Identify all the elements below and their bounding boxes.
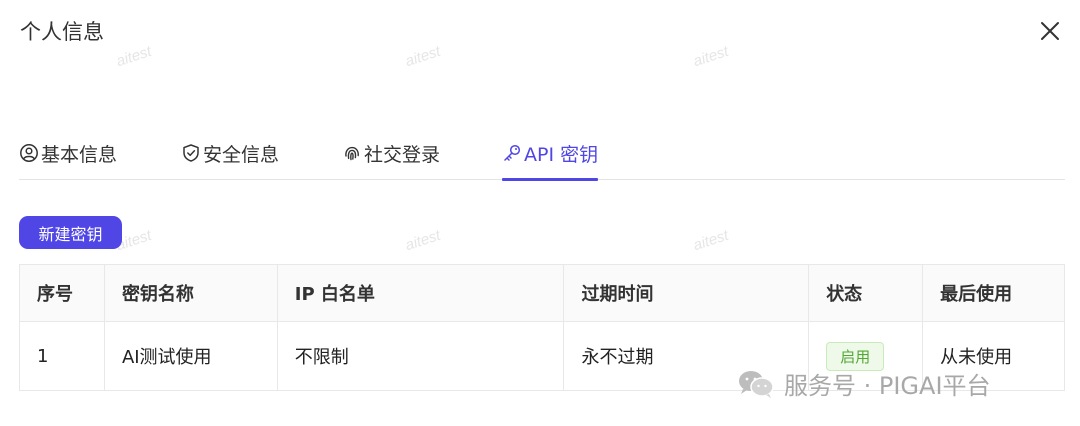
tab-api-keys[interactable]: API 密钥 [502, 126, 599, 181]
watermark: aitest [691, 226, 731, 255]
column-header-last-used: 最后使用 [922, 264, 1065, 322]
watermark: aitest [403, 226, 443, 255]
cell-key-name: AI测试使用 [103, 321, 278, 391]
dialog-title: 个人信息 [20, 20, 104, 44]
watermark: aitest [114, 42, 154, 71]
column-header-expires: 过期时间 [563, 264, 810, 322]
tab-label: 基本信息 [41, 143, 118, 166]
close-button[interactable] [1036, 17, 1064, 45]
new-key-button[interactable]: 新建密钥 [19, 216, 122, 249]
wechat-icon [739, 370, 774, 398]
tab-label: 安全信息 [203, 143, 280, 166]
column-header-status: 状态 [808, 264, 924, 322]
user-circle-icon [20, 144, 38, 162]
cell-ip-whitelist: 不限制 [276, 321, 565, 391]
watermark: aitest [403, 42, 443, 71]
tab-social-login[interactable]: 社交登录 [342, 126, 440, 180]
footer-brand-text: 服务号 · PIGAI平台 [784, 372, 991, 400]
footer-brand: 服务号 · PIGAI平台 [736, 366, 991, 401]
fingerprint-icon [345, 146, 359, 161]
shield-icon [183, 144, 199, 162]
tab-security-info[interactable]: 安全信息 [181, 126, 279, 180]
column-header-key-name: 密钥名称 [103, 264, 278, 322]
close-icon[interactable] [1036, 17, 1064, 45]
key-icon [504, 144, 521, 161]
tab-basic-info[interactable]: 基本信息 [19, 126, 117, 180]
watermark: aitest [691, 42, 731, 71]
tab-bar: 基本信息 安全信息 社交登录 API 密钥 [19, 126, 1065, 181]
cell-index: 1 [19, 321, 105, 391]
table-header-row: 序号 密钥名称 IP 白名单 过期时间 状态 最后使用 [19, 264, 1065, 322]
column-header-index: 序号 [19, 264, 105, 322]
column-header-ip-whitelist: IP 白名单 [276, 264, 565, 322]
tab-label: API 密钥 [524, 143, 599, 166]
tab-label: 社交登录 [364, 143, 441, 166]
